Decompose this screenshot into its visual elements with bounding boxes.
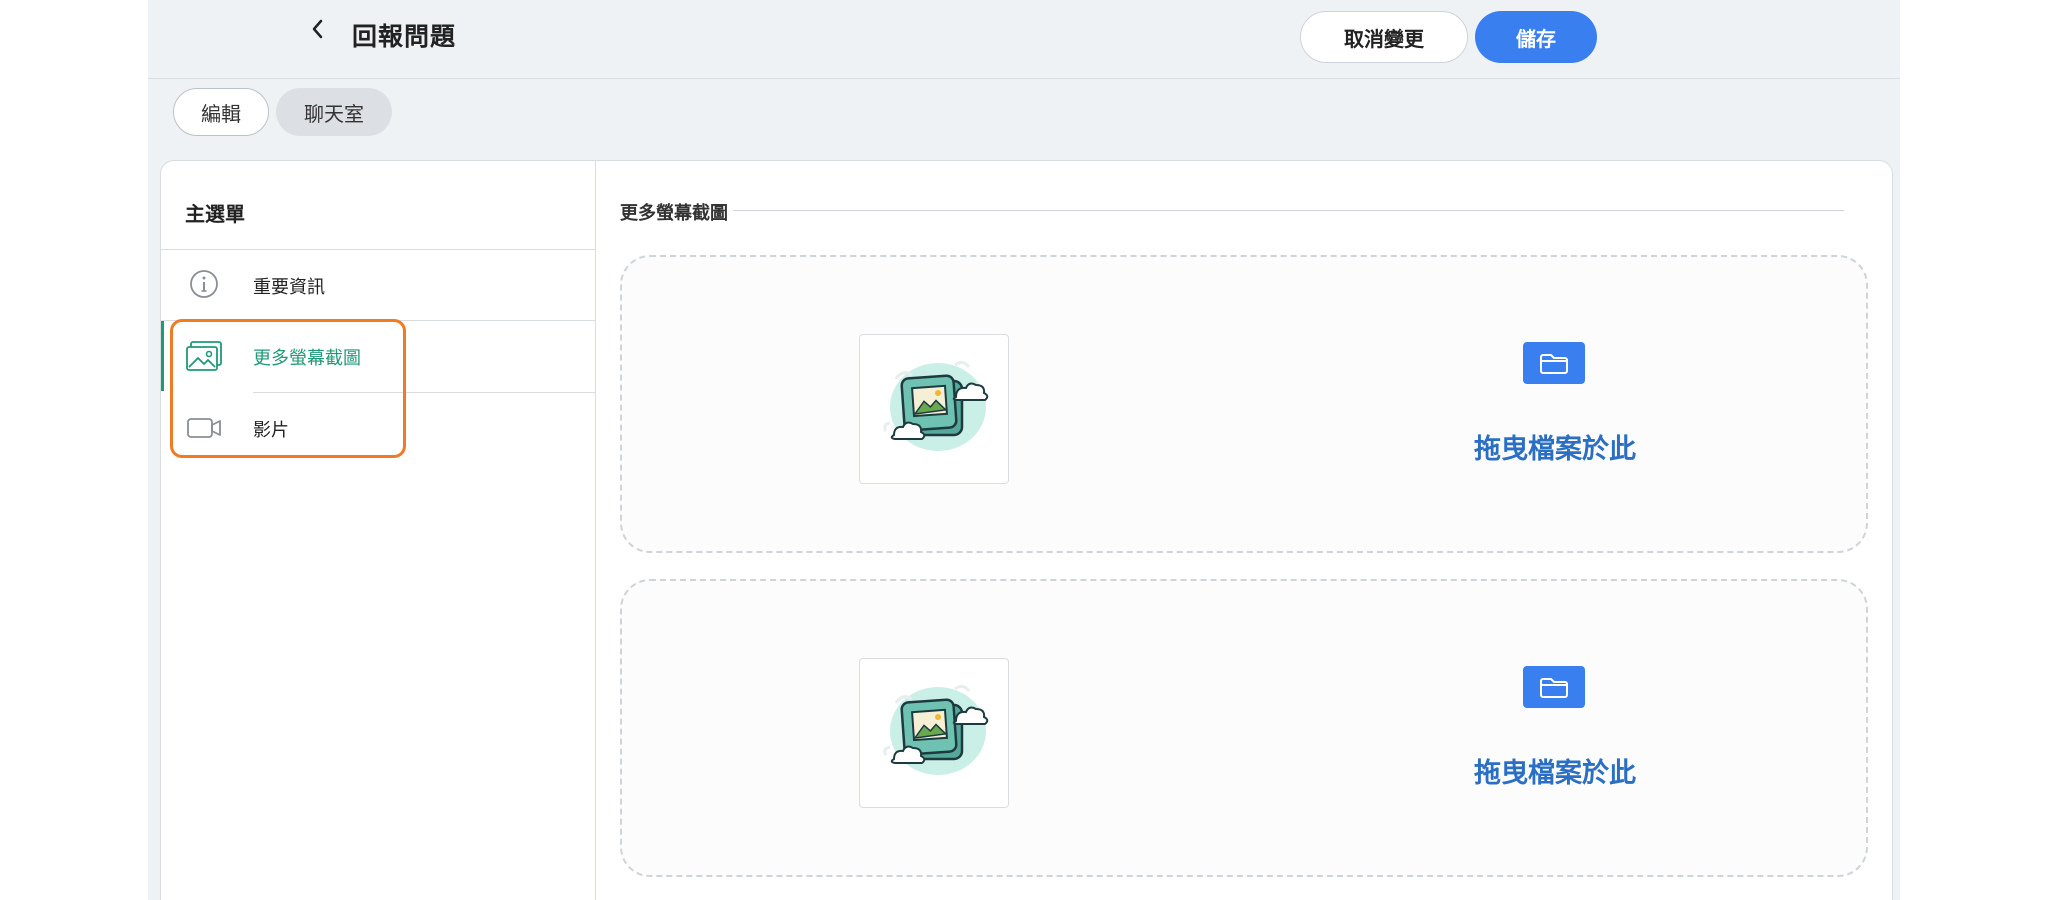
image-placeholder — [859, 334, 1009, 484]
info-icon — [186, 268, 224, 302]
drop-files-text[interactable]: 拖曳檔案於此 — [1474, 751, 1636, 790]
editor-card: 主選單 重要資訊 更多螢幕截圖 影片 更多螢幕截圖 拖曳檔案於此 拖曳檔案於此 — [160, 160, 1893, 900]
back-button[interactable] — [306, 16, 330, 42]
image-placeholder-icon — [883, 684, 989, 775]
section-title: 更多螢幕截圖 — [620, 203, 728, 224]
browse-folder-button[interactable] — [1523, 342, 1585, 384]
active-indicator — [161, 321, 164, 391]
dropzone[interactable]: 拖曳檔案於此 — [620, 255, 1868, 553]
folder-icon — [1540, 354, 1568, 374]
image-placeholder — [859, 658, 1009, 808]
dropzone[interactable]: 拖曳檔案於此 — [620, 579, 1868, 877]
drop-files-text[interactable]: 拖曳檔案於此 — [1474, 427, 1636, 466]
save-button[interactable]: 儲存 — [1475, 11, 1597, 63]
video-icon — [186, 411, 224, 445]
tab-edit[interactable]: 編輯 — [173, 88, 269, 136]
sidebar-menu: 主選單 重要資訊 更多螢幕截圖 影片 — [161, 161, 596, 900]
sidebar-item-important-info[interactable]: 重要資訊 — [161, 250, 595, 320]
sidebar-item-label: 重要資訊 — [253, 277, 325, 298]
section-divider — [733, 210, 1844, 211]
tab-chat[interactable]: 聊天室 — [276, 88, 392, 136]
sidebar-item-more-screenshots[interactable]: 更多螢幕截圖 — [161, 321, 595, 391]
cancel-changes-button[interactable]: 取消變更 — [1300, 11, 1468, 63]
page-title: 回報問題 — [352, 22, 457, 51]
image-placeholder-icon — [883, 360, 989, 451]
image-icon — [186, 339, 224, 373]
app-window: 回報問題 取消變更 儲存 編輯 聊天室 主選單 重要資訊 更多螢幕截圖 影片 更… — [148, 0, 1900, 900]
sidebar-item-label: 影片 — [253, 420, 289, 441]
sidebar-title: 主選單 — [185, 202, 245, 226]
main-content: 更多螢幕截圖 拖曳檔案於此 拖曳檔案於此 — [595, 161, 1892, 900]
browse-folder-button[interactable] — [1523, 666, 1585, 708]
header-bar: 回報問題 取消變更 儲存 — [148, 0, 1900, 79]
sidebar-item-label: 更多螢幕截圖 — [253, 348, 361, 369]
folder-icon — [1540, 678, 1568, 698]
chevron-left-icon — [312, 19, 323, 39]
sidebar-item-video[interactable]: 影片 — [161, 393, 595, 463]
